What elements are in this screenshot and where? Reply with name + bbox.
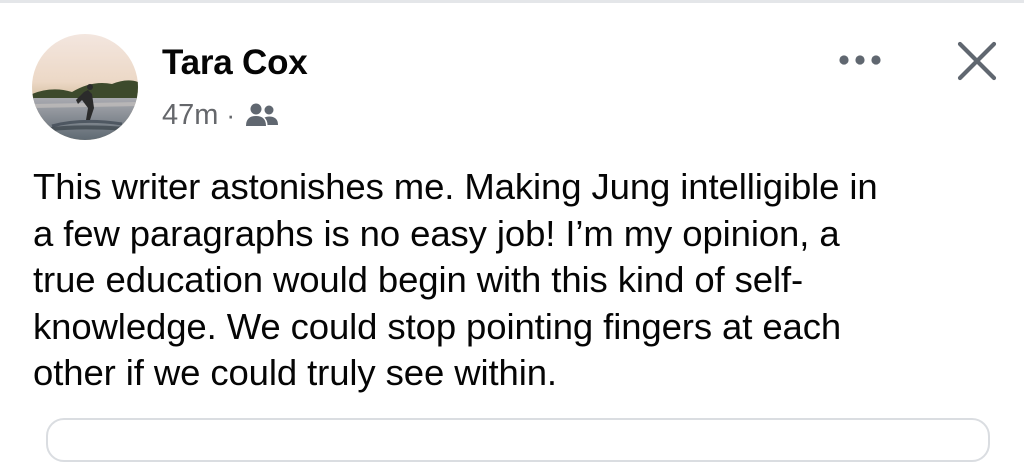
more-options-button[interactable] (832, 40, 888, 84)
meta-separator: · (226, 100, 236, 130)
more-horizontal-icon (838, 53, 882, 71)
post-text: This writer astonishes me. Making Jung i… (33, 164, 1008, 397)
avatar[interactable] (32, 34, 138, 140)
post-text-line: other if we could truly see within. (33, 352, 557, 393)
post-text-line: true education would begin with this kin… (33, 259, 804, 300)
post-text-line: This writer astonishes me. Making Jung i… (33, 166, 878, 207)
avatar-photo (32, 34, 138, 140)
post-meta: 47m · (162, 96, 279, 134)
post-text-line: knowledge. We could stop pointing finger… (33, 305, 842, 347)
post-time[interactable]: 47m (162, 96, 218, 134)
post-text-line: a few paragraphs is no easy job! I’m my … (33, 212, 840, 254)
close-button[interactable] (944, 30, 1010, 96)
friends-icon[interactable] (245, 101, 279, 129)
close-icon (957, 41, 997, 86)
author-name[interactable]: Tara Cox (162, 41, 308, 85)
post-card: Tara Cox 47m · This writer astonishes me… (0, 0, 1024, 462)
link-preview-card[interactable] (46, 418, 990, 462)
